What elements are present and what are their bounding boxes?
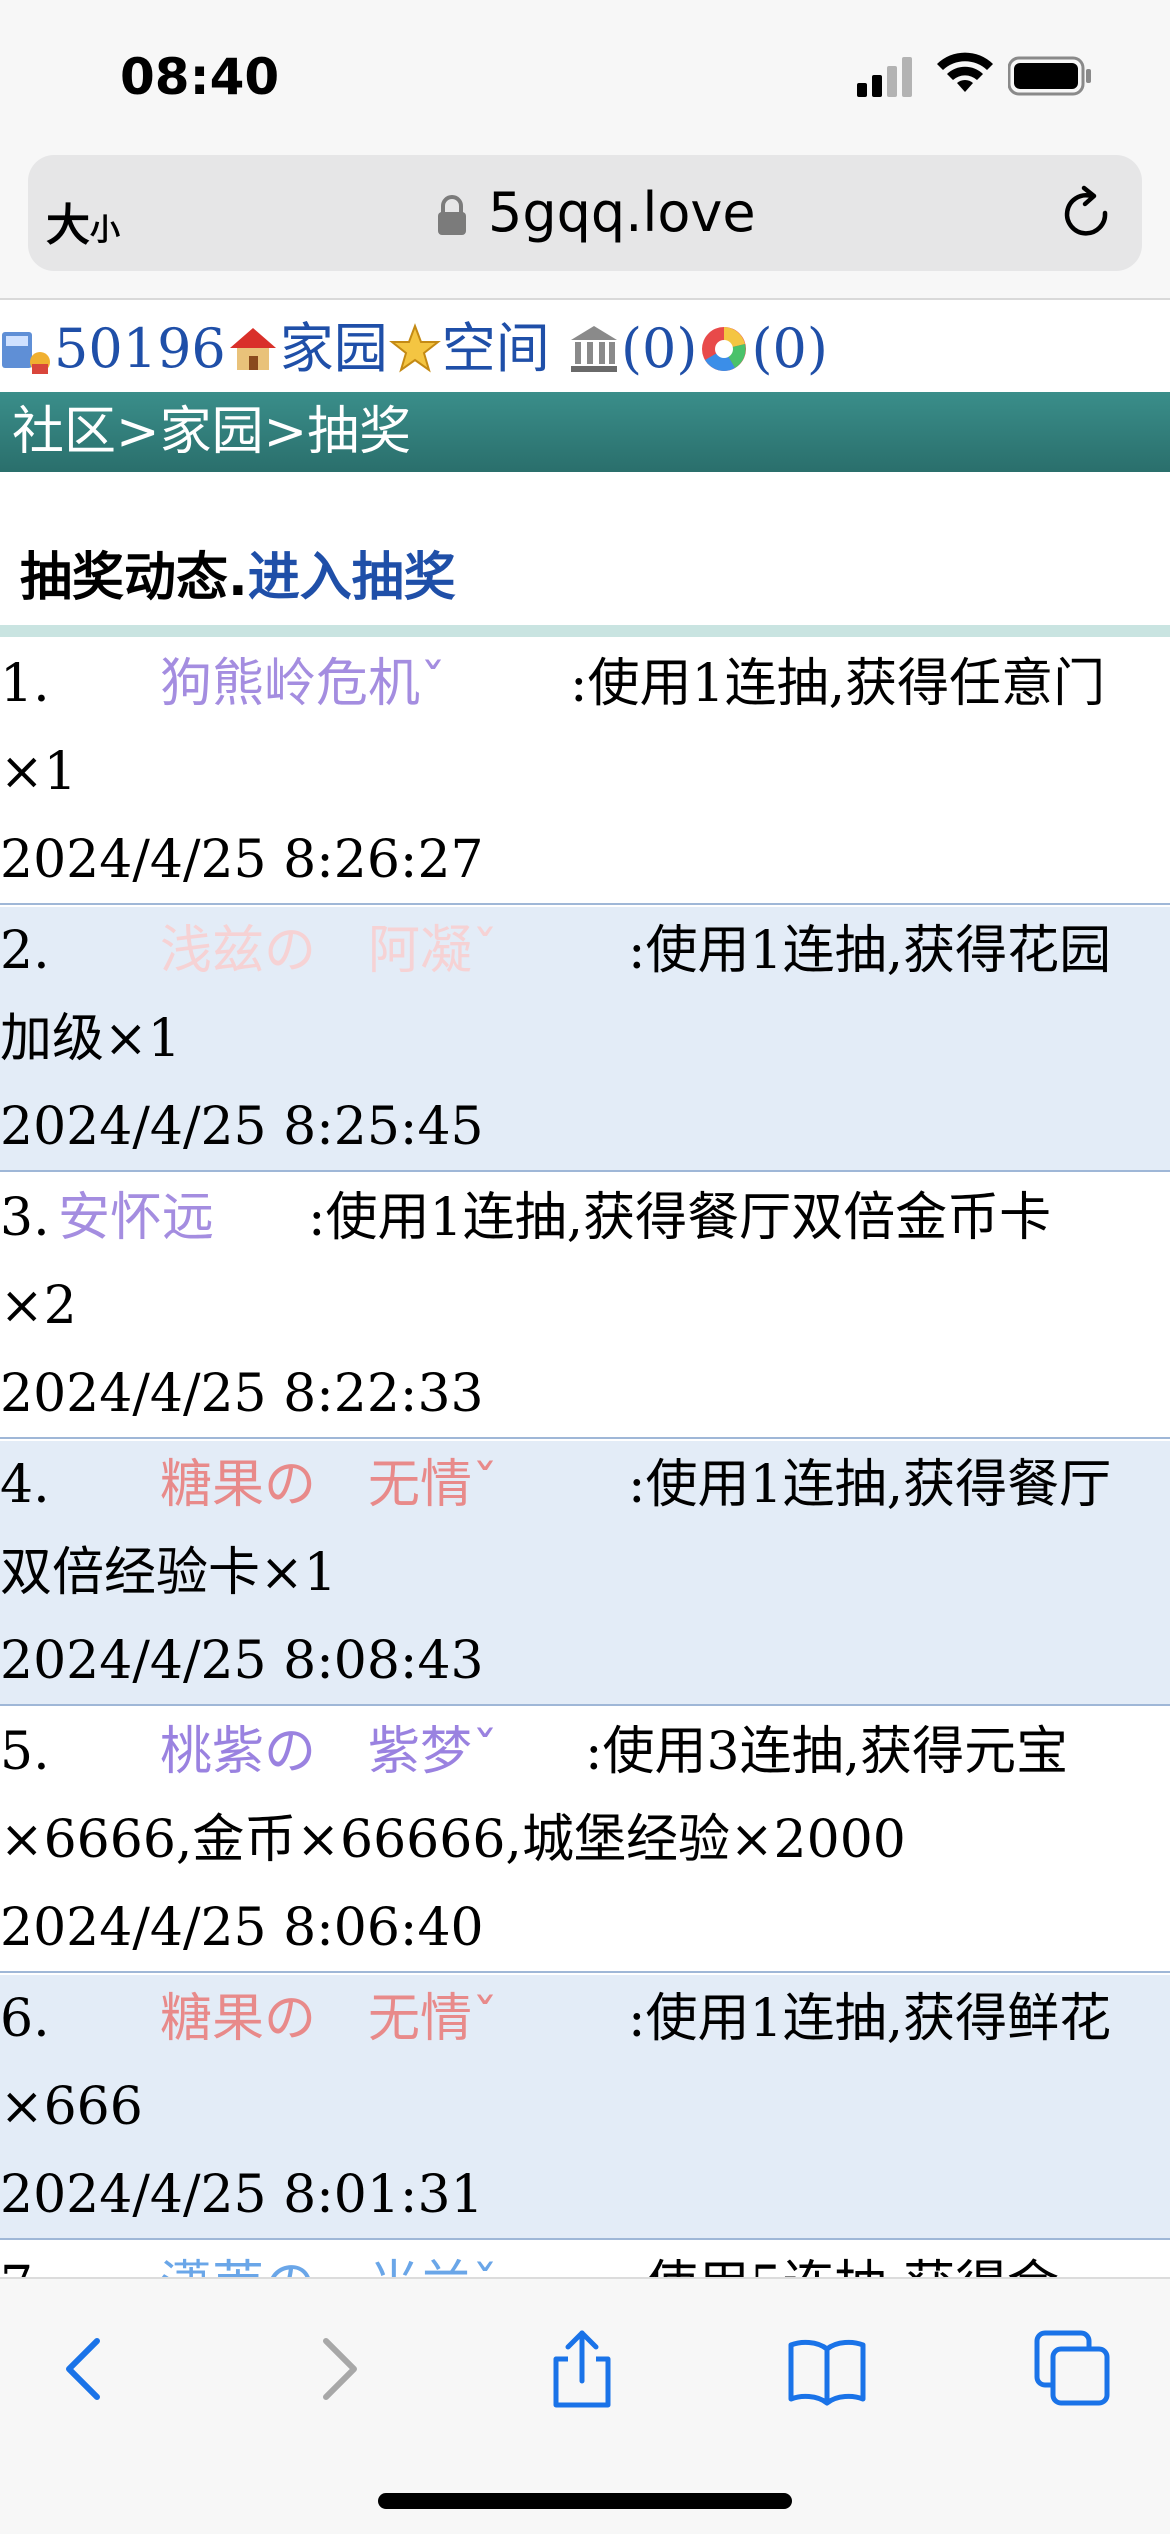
browser-toolbar bbox=[0, 2277, 1170, 2534]
entry-text: :使用1连抽,获得餐厅 bbox=[628, 1455, 1112, 1515]
entry-user-link[interactable]: 浅兹の 阿凝ˇ bbox=[160, 907, 498, 995]
entry-number: 3. bbox=[0, 1188, 50, 1248]
browser-address-area: 大小 5gqq.love bbox=[0, 150, 1170, 300]
entry-text: :使用3连抽,获得元宝 bbox=[585, 1722, 1069, 1782]
entry-user-link[interactable]: 糖果の 无情ˇ bbox=[160, 1975, 498, 2063]
cellular-signal-icon bbox=[857, 57, 912, 97]
home-link[interactable]: 家园 bbox=[280, 317, 388, 380]
bank-icon bbox=[570, 326, 617, 372]
text-size-button[interactable]: 大小 bbox=[46, 189, 120, 253]
page-heading: 抽奖动态.进入抽奖 bbox=[20, 548, 456, 608]
tabs-icon[interactable] bbox=[1033, 2329, 1113, 2409]
entry-text: :使用1连抽,获得餐厅双倍金币卡 bbox=[308, 1188, 1052, 1248]
back-icon[interactable] bbox=[45, 2329, 125, 2409]
entry-text-cont: 双倍经验卡×1 bbox=[0, 1543, 337, 1603]
entry-user-link[interactable]: 糖果の 无情ˇ bbox=[160, 1441, 498, 1529]
color-wheel-icon bbox=[702, 327, 747, 371]
list-item: 3. 安怀远 :使用1连抽,获得餐厅双倍金币卡 ×2 2024/4/25 8:2… bbox=[0, 1174, 1170, 1439]
list-item: 5. 桃紫の 紫梦ˇ :使用3连抽,获得元宝 ×6666,金币×66666,城堡… bbox=[0, 1708, 1170, 1973]
entry-text-cont: ×1 bbox=[0, 742, 77, 802]
home-indicator bbox=[378, 2493, 792, 2509]
battery-icon bbox=[1008, 56, 1091, 96]
entry-user-link[interactable]: 安怀远 bbox=[58, 1174, 214, 1262]
entry-text-cont: ×2 bbox=[0, 1276, 77, 1336]
entry-number: 6. bbox=[0, 1989, 50, 2049]
bookmarks-icon[interactable] bbox=[787, 2329, 867, 2409]
user-id-link[interactable]: 50196 bbox=[54, 317, 226, 380]
lock-icon bbox=[438, 195, 466, 235]
entry-user-link[interactable]: 桃紫の 紫梦ˇ bbox=[160, 1708, 498, 1796]
list-item: 1. 狗熊岭危机ˇ :使用1连抽,获得任意门 ×1 2024/4/25 8:26… bbox=[0, 640, 1170, 905]
web-page: 50196 家园 空间 (0) (0) 社区>家园>抽奖 抽奖动态.进入抽奖 1… bbox=[0, 300, 1170, 2277]
share-icon[interactable] bbox=[542, 2329, 622, 2409]
entry-text: :使用1连抽,获得任意门 bbox=[570, 654, 1106, 714]
entry-time: 2024/4/25 8:25:45 bbox=[0, 1097, 484, 1157]
entry-time: 2024/4/25 8:06:40 bbox=[0, 1898, 484, 1958]
enter-lottery-link[interactable]: 进入抽奖 bbox=[248, 548, 456, 608]
forward-icon[interactable] bbox=[298, 2329, 378, 2409]
entry-text: :使用1连抽,获得花园 bbox=[628, 921, 1112, 981]
breadcrumb: 社区>家园>抽奖 bbox=[0, 392, 1170, 472]
wifi-icon bbox=[937, 52, 993, 92]
entry-number: 4. bbox=[0, 1455, 50, 1515]
house-icon bbox=[229, 328, 276, 370]
entry-time: 2024/4/25 8:01:31 bbox=[0, 2165, 484, 2225]
entry-text-cont: ×6666,金币×66666,城堡经验×2000 bbox=[0, 1810, 906, 1870]
entry-time: 2024/4/25 8:22:33 bbox=[0, 1364, 484, 1424]
entry-number: 5. bbox=[0, 1722, 50, 1782]
entry-number: 1. bbox=[0, 654, 50, 714]
entry-text-cont: ×666 bbox=[0, 2077, 143, 2137]
list-item: 2. 浅兹の 阿凝ˇ :使用1连抽,获得花园 加级×1 2024/4/25 8:… bbox=[0, 907, 1170, 1172]
entry-number: 2. bbox=[0, 921, 50, 981]
url-text: 5gqq.love bbox=[488, 181, 756, 244]
entry-user-link[interactable]: 潇莱の 光兰ˇ bbox=[160, 2242, 498, 2277]
status-time: 08:40 bbox=[120, 48, 280, 106]
space-link[interactable]: 空间 bbox=[442, 317, 550, 380]
user-icon bbox=[2, 332, 50, 374]
bank-count-link[interactable]: (0) bbox=[621, 317, 698, 380]
star-icon bbox=[388, 323, 441, 373]
entry-text: :使用1连抽,获得鲜花 bbox=[628, 1989, 1112, 2049]
list-item: 6. 糖果の 无情ˇ :使用1连抽,获得鲜花 ×666 2024/4/25 8:… bbox=[0, 1975, 1170, 2240]
entry-time: 2024/4/25 8:08:43 bbox=[0, 1631, 484, 1691]
top-nav: 50196 家园 空间 (0) (0) bbox=[0, 300, 1170, 390]
list-item: 4. 糖果の 无情ˇ :使用1连抽,获得餐厅 双倍经验卡×1 2024/4/25… bbox=[0, 1441, 1170, 1706]
address-bar[interactable]: 大小 5gqq.love bbox=[28, 155, 1142, 271]
entry-text-cont: 加级×1 bbox=[0, 1009, 181, 1069]
entry-user-link[interactable]: 狗熊岭危机ˇ bbox=[160, 640, 446, 728]
color-count-link[interactable]: (0) bbox=[751, 317, 828, 380]
entry-text: :使用5连抽,获得金 bbox=[628, 2242, 1059, 2277]
divider bbox=[0, 625, 1170, 637]
reload-icon[interactable] bbox=[1058, 185, 1116, 245]
entry-time: 2024/4/25 8:26:27 bbox=[0, 830, 484, 890]
status-bar: 08:40 bbox=[0, 0, 1170, 150]
entry-number: 7. bbox=[0, 2256, 50, 2277]
list-item: 7. 潇莱の 光兰ˇ :使用5连抽,获得金 bbox=[0, 2242, 1170, 2277]
